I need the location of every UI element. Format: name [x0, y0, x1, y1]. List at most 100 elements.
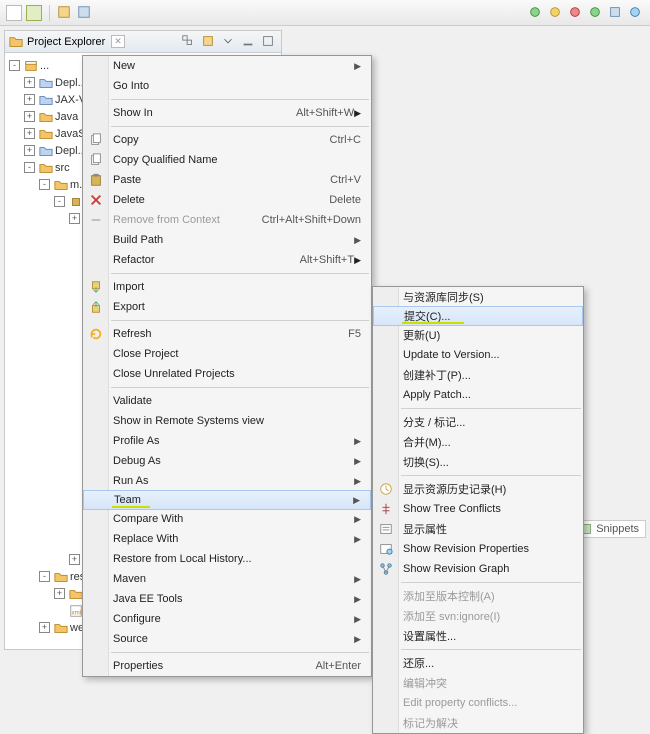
menu-label: Maven	[113, 573, 146, 585]
shortcut: Alt+Shift+W	[276, 107, 354, 119]
context-menu-item[interactable]: Go Into	[83, 76, 371, 96]
menu-label: Show in Remote Systems view	[113, 415, 264, 427]
highlight-underline	[402, 322, 464, 324]
maximize-icon[interactable]	[261, 34, 277, 50]
context-menu-item[interactable]: Export	[83, 297, 371, 317]
submenu-item[interactable]: 提交(C)...	[373, 306, 583, 326]
menu-label: 显示资源历史记录(H)	[403, 481, 506, 497]
context-menu-item[interactable]: RefreshF5	[83, 324, 371, 344]
submenu-item[interactable]: Update to Version...	[373, 345, 583, 365]
twistie-icon[interactable]: +	[24, 94, 35, 105]
submenu-item[interactable]: Show Revision Graph	[373, 559, 583, 579]
submenu-item[interactable]: 显示属性	[373, 519, 583, 539]
tree-label: ...	[40, 60, 49, 72]
submenu-item: Edit property conflicts...	[373, 693, 583, 713]
submenu-item[interactable]: 与资源库同步(S)	[373, 287, 583, 307]
menu-label: 还原...	[403, 655, 434, 671]
context-menu-item[interactable]: Build Path▶	[83, 230, 371, 250]
menu-label: Team	[114, 494, 141, 506]
twistie-icon[interactable]: -	[24, 162, 35, 173]
view-menu-icon[interactable]	[221, 34, 237, 50]
collapse-all-icon[interactable]	[181, 34, 197, 50]
menu-label: Copy Qualified Name	[113, 154, 218, 166]
context-menu-item[interactable]: Profile As▶	[83, 431, 371, 451]
twistie-icon[interactable]: +	[24, 128, 35, 139]
context-menu-item[interactable]: Show in Remote Systems view	[83, 411, 371, 431]
context-menu-item[interactable]: CopyCtrl+C	[83, 130, 371, 150]
twistie-icon[interactable]: +	[24, 145, 35, 156]
twistie-icon[interactable]: +	[69, 213, 80, 224]
shortcut: Ctrl+Alt+Shift+Down	[242, 214, 361, 226]
submenu-item[interactable]: 切换(S)...	[373, 452, 583, 472]
context-menu-item[interactable]: Close Unrelated Projects	[83, 364, 371, 384]
context-menu-item[interactable]: Copy Qualified Name	[83, 150, 371, 170]
submenu-item[interactable]: 显示资源历史记录(H)	[373, 479, 583, 499]
submenu-item[interactable]: 更新(U)	[373, 325, 583, 345]
twistie-icon[interactable]: +	[24, 111, 35, 122]
context-menu-item[interactable]: New▶	[83, 56, 371, 76]
context-menu-item[interactable]: Maven▶	[83, 569, 371, 589]
rev-props-icon	[378, 541, 394, 557]
context-menu-item[interactable]: Replace With▶	[83, 529, 371, 549]
twistie-icon[interactable]: -	[39, 571, 50, 582]
context-menu-item[interactable]: Configure▶	[83, 609, 371, 629]
folder-yellow-icon	[54, 570, 68, 584]
twistie-icon[interactable]: -	[54, 196, 65, 207]
context-menu-item[interactable]: DeleteDelete	[83, 190, 371, 210]
menu-label: Restore from Local History...	[113, 553, 252, 565]
context-menu-item[interactable]: Validate	[83, 391, 371, 411]
shortcut: Ctrl+V	[310, 174, 361, 186]
twistie-icon[interactable]: +	[54, 588, 65, 599]
menu-label: Show Revision Properties	[403, 543, 529, 555]
context-menu-item[interactable]: Compare With▶	[83, 509, 371, 529]
minimize-icon[interactable]	[241, 34, 257, 50]
submenu-item[interactable]: 分支 / 标记...	[373, 412, 583, 432]
link-editor-icon[interactable]	[201, 34, 217, 50]
submenu-arrow-icon: ▶	[354, 255, 361, 266]
submenu-item[interactable]: Show Revision Properties	[373, 539, 583, 559]
submenu-item: 编辑冲突	[373, 673, 583, 693]
menu-label: 设置属性...	[403, 628, 456, 644]
rev-graph-icon	[378, 561, 394, 577]
submenu-item[interactable]: 设置属性...	[373, 626, 583, 646]
context-menu-item[interactable]: Java EE Tools▶	[83, 589, 371, 609]
context-menu-item[interactable]: Restore from Local History...	[83, 549, 371, 569]
menu-label: Paste	[113, 174, 141, 186]
context-menu-item: Remove from ContextCtrl+Alt+Shift+Down	[83, 210, 371, 230]
menu-label: Import	[113, 281, 144, 293]
submenu-item[interactable]: 合并(M)...	[373, 432, 583, 452]
context-menu: New▶Go IntoShow InAlt+Shift+W ▶CopyCtrl+…	[82, 55, 372, 677]
context-menu-item[interactable]: Show InAlt+Shift+W ▶	[83, 103, 371, 123]
submenu-item[interactable]: 创建补丁(P)...	[373, 365, 583, 385]
menu-label: Show Tree Conflicts	[403, 503, 501, 515]
context-menu-item[interactable]: RefactorAlt+Shift+T ▶	[83, 250, 371, 270]
twistie-icon[interactable]: -	[39, 179, 50, 190]
menu-label: 标记为解决	[403, 715, 458, 731]
close-tab-icon[interactable]: ✕	[111, 35, 125, 48]
context-menu-item[interactable]: Import	[83, 277, 371, 297]
context-menu-item[interactable]: PropertiesAlt+Enter	[83, 656, 371, 676]
context-menu-item[interactable]: Paste Ctrl+V	[83, 170, 371, 190]
shortcut: Ctrl+C	[310, 134, 361, 146]
submenu-arrow-icon: ▶	[334, 456, 361, 467]
twistie-icon[interactable]: +	[39, 622, 50, 633]
context-menu-item[interactable]: Team▶	[83, 490, 371, 510]
import-icon	[88, 279, 104, 295]
twistie-icon[interactable]: +	[69, 554, 80, 565]
props-icon	[378, 521, 394, 537]
menu-label: 分支 / 标记...	[403, 414, 465, 430]
menu-label: 添加至 svn:ignore(I)	[403, 608, 500, 624]
twistie-icon[interactable]: -	[9, 60, 20, 71]
context-menu-item[interactable]: Run As▶	[83, 471, 371, 491]
snippets-tab[interactable]: Snippets	[573, 520, 646, 538]
context-menu-item[interactable]: Close Project	[83, 344, 371, 364]
menu-label: Edit property conflicts...	[403, 697, 517, 709]
twistie-icon[interactable]: +	[24, 77, 35, 88]
context-menu-item[interactable]: Source▶	[83, 629, 371, 649]
submenu-item[interactable]: 还原...	[373, 653, 583, 673]
submenu-item[interactable]: Apply Patch...	[373, 385, 583, 405]
context-menu-item[interactable]: Debug As▶	[83, 451, 371, 471]
submenu-item[interactable]: Show Tree Conflicts	[373, 499, 583, 519]
menu-label: Java EE Tools	[113, 593, 183, 605]
menu-label: New	[113, 60, 135, 72]
